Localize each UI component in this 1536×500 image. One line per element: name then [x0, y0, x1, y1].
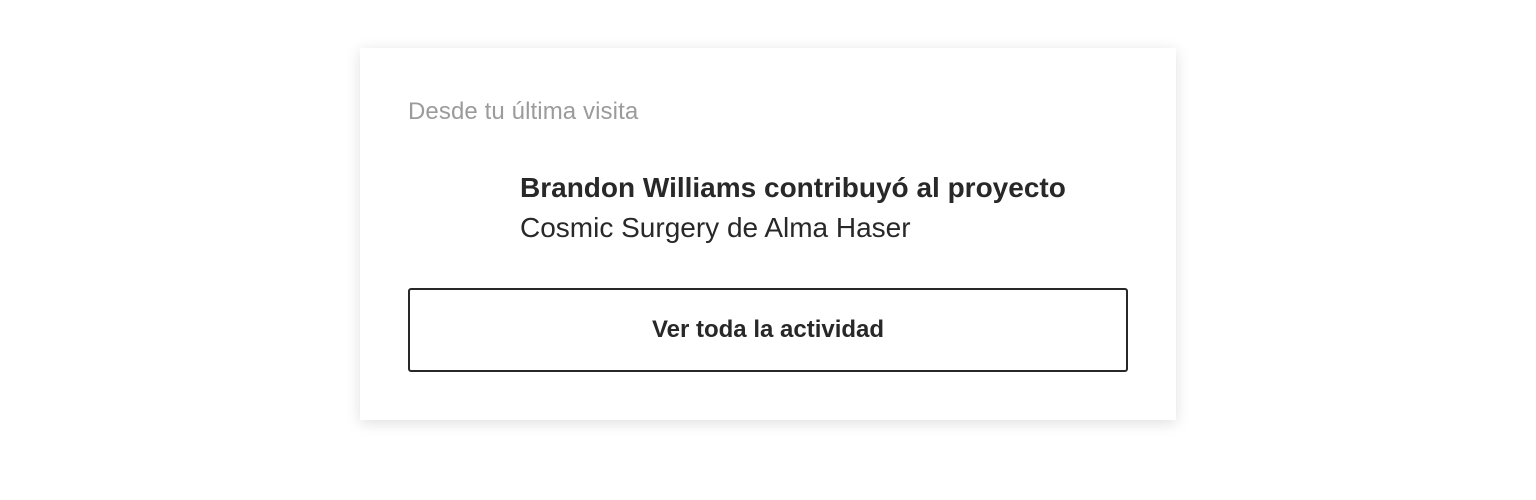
section-title: Desde tu última visita — [408, 98, 639, 125]
activity-project-link[interactable]: Cosmic Surgery de Alma Haser — [520, 208, 1128, 248]
view-all-activity-button[interactable]: Ver toda la actividad — [408, 288, 1128, 372]
activity-item[interactable]: Brandon Williams contribuyó al proyecto … — [408, 168, 1128, 252]
activity-headline: Brandon Williams contribuyó al proyecto — [520, 172, 1066, 203]
avatar — [408, 170, 488, 250]
activity-card: Desde tu última visita Brandon Williams … — [360, 48, 1176, 420]
activity-text: Brandon Williams contribuyó al proyecto … — [520, 168, 1128, 248]
